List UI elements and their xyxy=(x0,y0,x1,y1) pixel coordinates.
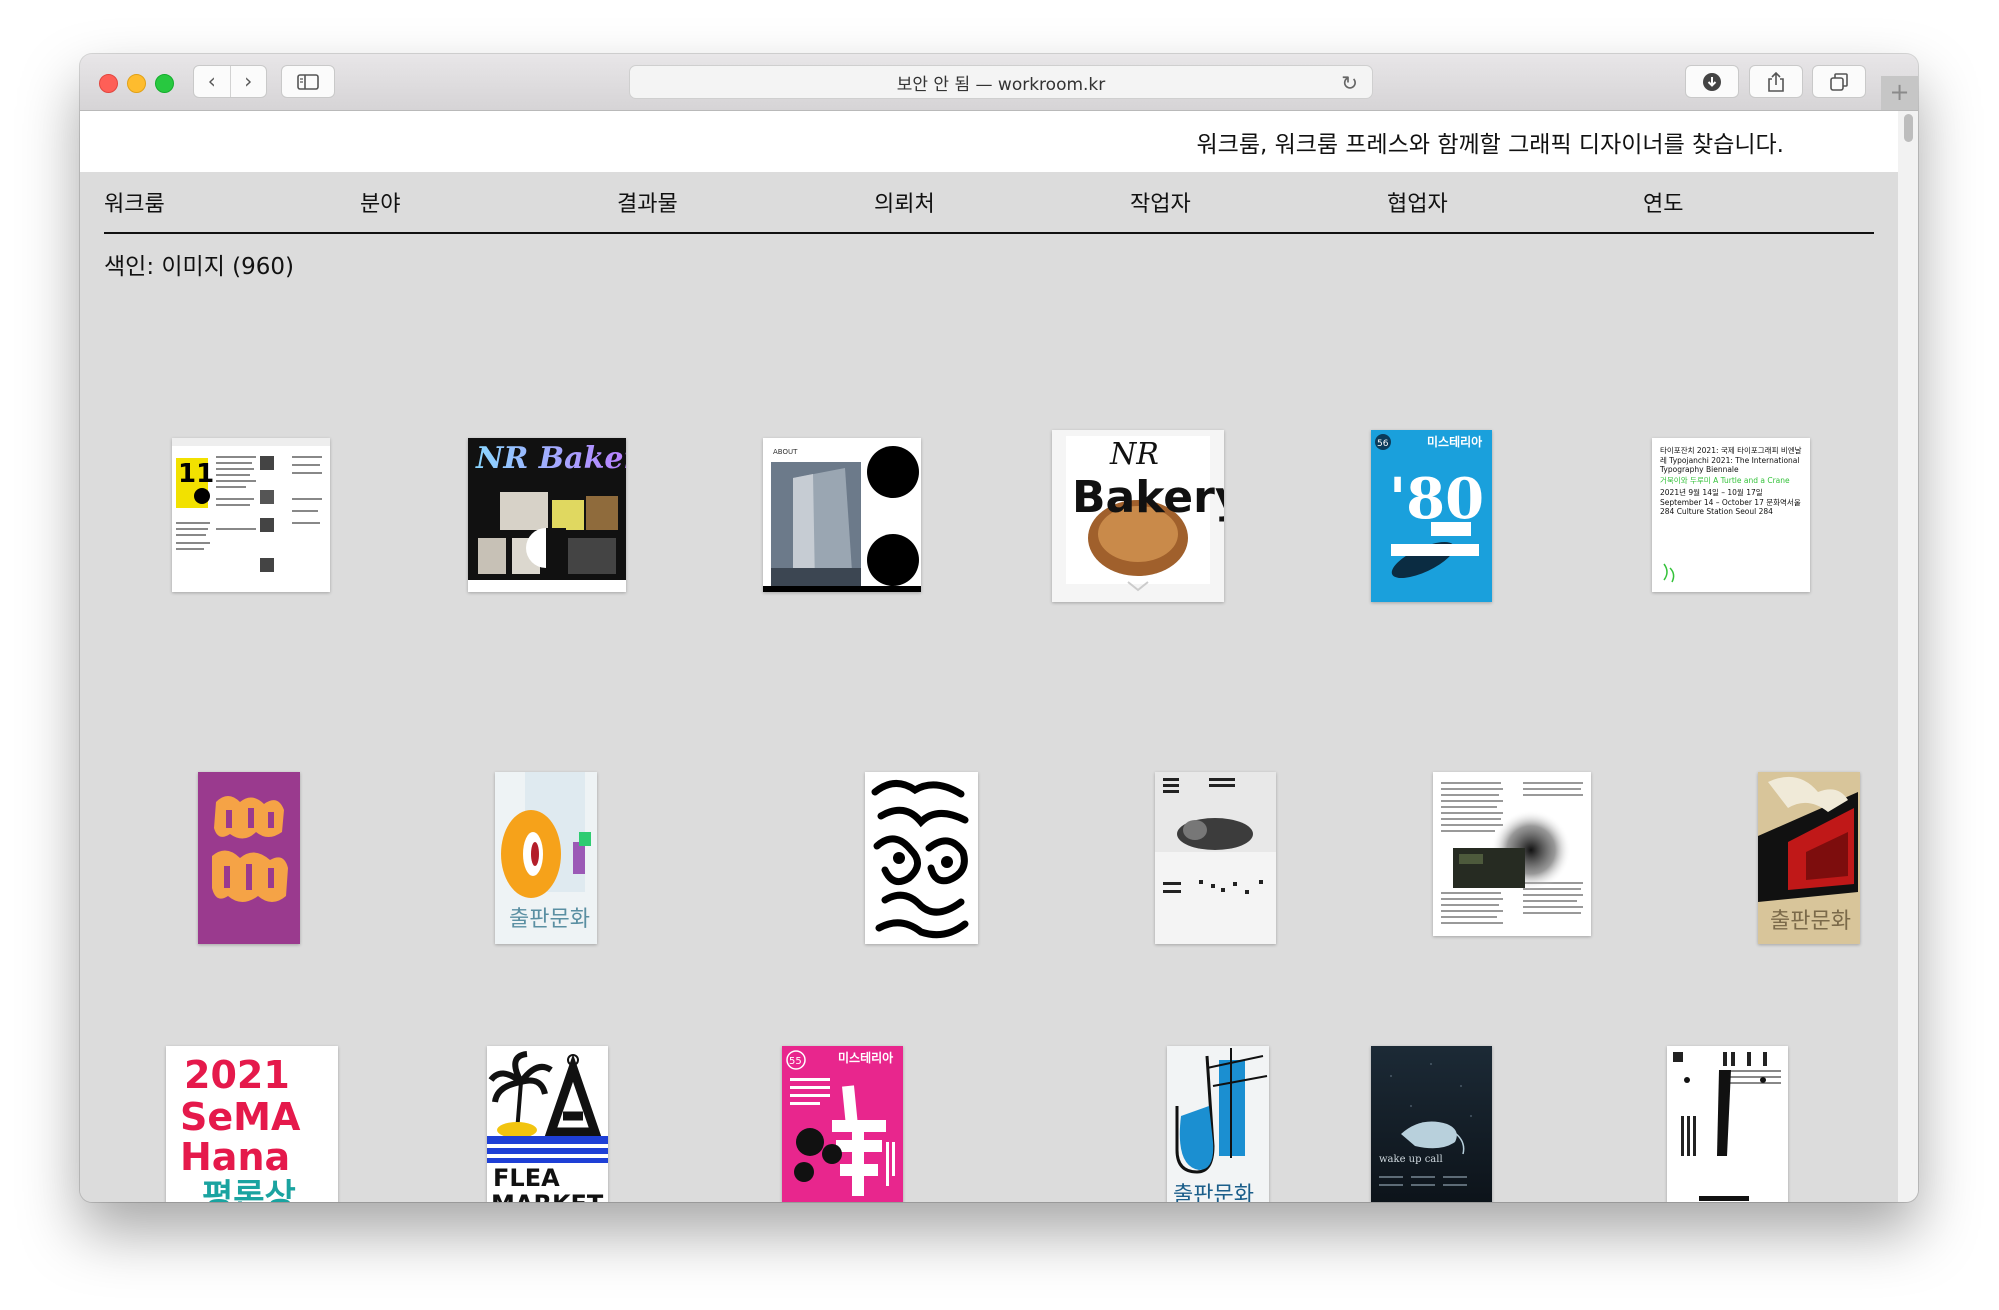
scrollbar-thumb[interactable] xyxy=(1904,114,1913,142)
critic-award: 평론상 xyxy=(202,1177,296,1202)
address-bar[interactable]: 보안 안 됨 — workroom.kr ↻ xyxy=(629,65,1373,99)
typojanchi-mark xyxy=(1663,563,1675,583)
issue-badge: 55 xyxy=(789,1056,802,1067)
publishing-culture-caption: 출판문화 xyxy=(509,907,590,932)
download-button[interactable] xyxy=(1685,65,1739,98)
sema-name: SeMA xyxy=(180,1095,301,1139)
zoom-window-button[interactable] xyxy=(155,74,174,93)
tabs-overview-button[interactable] xyxy=(1812,65,1866,98)
nav-item-output[interactable]: 결과물 xyxy=(617,186,678,218)
about-label: ABOUT xyxy=(773,448,798,456)
thumbnail-nr-bakery-web[interactable]: NR Bakery xyxy=(468,438,626,592)
thumbnail-image: 55 미스테리아 xyxy=(782,1046,903,1202)
typojanchi-text: 타이포잔치 2021: 국제 타이포그래피 비엔날레 Typojanchi 20… xyxy=(1660,446,1802,474)
index-label: 색인: 이미지 (960) xyxy=(104,254,295,280)
thumbnail-image: NR Bakery xyxy=(468,438,626,592)
tabs-overview-icon xyxy=(1830,72,1848,91)
market-text: MARKET xyxy=(491,1190,604,1202)
thumbnail-image: FLEA MARKET xyxy=(487,1046,608,1202)
page-content: 워크룸 분야 결과물 의뢰처 작업자 협업자 연도 색인: 이미지 (960) … xyxy=(80,172,1898,1202)
main-nav: 워크룸 분야 결과물 의뢰처 작업자 협업자 연도 xyxy=(104,172,1874,234)
bakery-logo: Bakery xyxy=(1072,472,1224,523)
thumbnail-sema-hana[interactable]: 2021 SeMA Hana 평론상 xyxy=(166,1046,338,1202)
thumbnail-image: 11 xyxy=(172,438,330,592)
minimize-window-button[interactable] xyxy=(127,74,146,93)
site-header: 워크룸, 워크룸 프레스와 함께할 그래픽 디자이너를 찾습니다. xyxy=(80,111,1898,172)
sidebar-toggle-button[interactable] xyxy=(281,65,335,98)
thumbnail-mysteria-55[interactable]: 55 미스테리아 xyxy=(782,1046,903,1202)
thumbnail-image: 2021 SeMA Hana 평론상 xyxy=(166,1046,338,1202)
thumbnail-publishing-culture-orange[interactable]: 출판문화 xyxy=(495,772,597,944)
thumbnail-image: 56 미스테리아 '80 xyxy=(1371,430,1492,602)
thumbnail-image xyxy=(1433,772,1591,936)
thumbnail-image: 출판문화 xyxy=(1167,1046,1269,1202)
sema-year: 2021 xyxy=(184,1053,290,1097)
thumbnail-purple-type-poster[interactable] xyxy=(198,772,300,944)
wake-up-call-title: wake up call xyxy=(1379,1154,1443,1165)
nav-item-collaborator[interactable]: 협업자 xyxy=(1387,186,1448,218)
nav-item-year[interactable]: 연도 xyxy=(1643,186,1683,218)
sidebar-icon xyxy=(297,73,319,90)
flea-text: FLEA xyxy=(493,1164,560,1192)
thumbnail-image: 출판문화 xyxy=(1758,772,1860,944)
thumbnail-cat-poster[interactable] xyxy=(1155,772,1276,944)
thumbnail-flea-market[interactable]: FLEA MARKET xyxy=(487,1046,608,1202)
nav-item-workroom[interactable]: 워크룸 xyxy=(104,186,165,218)
nav-item-worker[interactable]: 작업자 xyxy=(1130,186,1191,218)
thumbnail-bw-pattern-poster[interactable] xyxy=(865,772,978,944)
browser-window: ‹ › 보안 안 됨 — workroom.kr ↻ + 워크룸, 워크룸 프레… xyxy=(80,54,1918,1202)
thumbnail-nr-bakery-bread[interactable]: NR Bakery xyxy=(1052,430,1224,602)
thumbnail-image: wake up call xyxy=(1371,1046,1492,1202)
thumbnail-image xyxy=(1667,1046,1788,1202)
thumbnail-article-page[interactable] xyxy=(1433,772,1591,936)
thumbnail-image xyxy=(1155,772,1276,944)
mysteria-title: 미스테리아 xyxy=(838,1050,893,1065)
typojanchi-accent: 거북이와 두루미 A Turtle and a Crane xyxy=(1660,476,1790,485)
nr-logo: NR xyxy=(1109,437,1159,472)
thumbnail-publishing-culture-sax[interactable]: 출판문화 xyxy=(1167,1046,1269,1202)
thumbnail-typojanchi[interactable]: 타이포잔치 2021: 국제 타이포그래피 비엔날레 Typojanchi 20… xyxy=(1652,438,1810,592)
thumbnail-publishing-culture-red[interactable]: 출판문화 xyxy=(1758,772,1860,944)
download-icon xyxy=(1703,72,1721,91)
typojanchi-dates: 2021년 9월 14일 – 10월 17일 September 14 – Oc… xyxy=(1660,488,1801,516)
nr-bakery-logo: NR Bakery xyxy=(475,441,626,476)
chevron-left-icon[interactable]: ‹ xyxy=(194,66,230,97)
thumbnail-image: 출판문화 xyxy=(495,772,597,944)
plus-icon[interactable]: + xyxy=(1881,76,1918,110)
address-text: 보안 안 됨 — workroom.kr xyxy=(896,74,1106,95)
hana-name: Hana xyxy=(180,1135,290,1179)
nav-item-field[interactable]: 분야 xyxy=(360,186,400,218)
thumbnail-white-poster[interactable] xyxy=(1667,1046,1788,1202)
scrollbar[interactable] xyxy=(1898,111,1918,1202)
share-button[interactable] xyxy=(1749,65,1803,98)
thumbnail-image: ABOUT xyxy=(763,438,921,592)
thumbnail-image xyxy=(198,772,300,944)
svg-text:11: 11 xyxy=(178,459,214,489)
nav-item-client[interactable]: 의뢰처 xyxy=(874,186,935,218)
thumbnail-website-typography[interactable]: 11 xyxy=(172,438,330,592)
reload-icon[interactable]: ↻ xyxy=(1341,71,1358,95)
thumbnail-wake-up-call[interactable]: wake up call xyxy=(1371,1046,1492,1202)
publishing-culture-caption: 출판문화 xyxy=(1770,909,1851,934)
history-navigation: ‹ › xyxy=(193,65,267,98)
publishing-culture-caption: 출판문화 xyxy=(1173,1183,1254,1202)
issue-badge: 56 xyxy=(1377,439,1389,449)
mysteria-title: 미스테리아 xyxy=(1427,434,1482,449)
close-window-button[interactable] xyxy=(99,74,118,93)
thumbnail-about-building[interactable]: ABOUT xyxy=(763,438,921,592)
thumbnail-image: NR Bakery xyxy=(1052,430,1224,602)
share-icon xyxy=(1768,71,1784,92)
thumbnail-image xyxy=(865,772,978,944)
chevron-right-icon[interactable]: › xyxy=(231,66,267,97)
browser-toolbar: ‹ › 보안 안 됨 — workroom.kr ↻ + xyxy=(80,54,1918,111)
thumbnail-mysteria-56[interactable]: 56 미스테리아 '80 xyxy=(1371,430,1492,602)
site-tagline[interactable]: 워크룸, 워크룸 프레스와 함께할 그래픽 디자이너를 찾습니다. xyxy=(1197,125,1785,159)
